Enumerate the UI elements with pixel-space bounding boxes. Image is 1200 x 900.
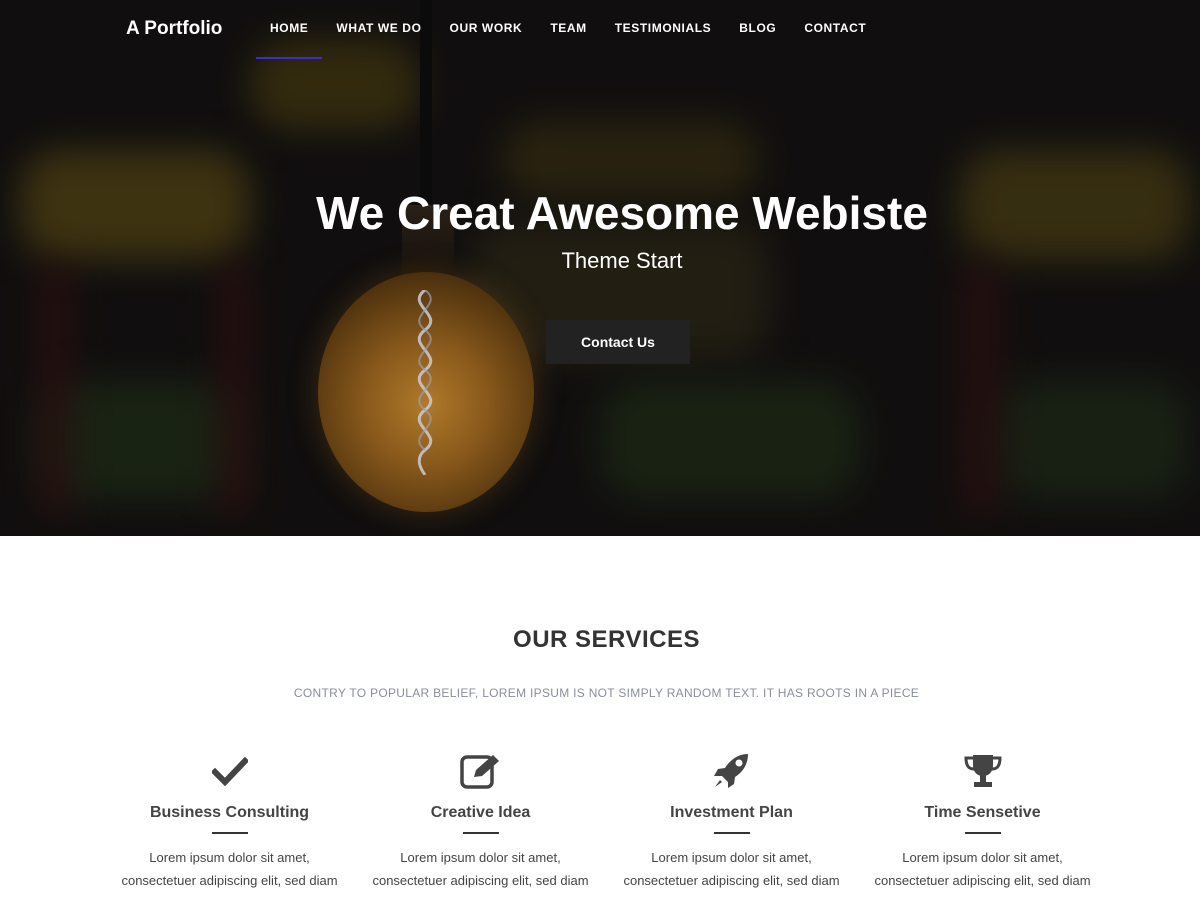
trophy-icon xyxy=(857,751,1108,791)
service-title: Investment Plan xyxy=(670,804,793,821)
nav-what-we-do[interactable]: WHAT WE DO xyxy=(336,21,421,35)
service-card: Creative Idea Lorem ipsum dolor sit amet… xyxy=(355,751,606,892)
service-text-line-2: consectetuer adipiscing elit, sed diam xyxy=(874,873,1091,888)
service-divider xyxy=(211,832,248,834)
top-navbar: A Portfolio HOME WHAT WE DO OUR WORK TEA… xyxy=(0,0,1200,59)
hero-title: We Creat Awesome Webiste xyxy=(316,187,928,239)
nav-contact[interactable]: CONTACT xyxy=(804,21,866,35)
services-subtitle: CONTRY TO POPULAR BELIEF, LOREM IPSUM IS… xyxy=(293,686,920,700)
service-text-line-2: consectetuer adipiscing elit, sed diam xyxy=(372,873,589,888)
service-card: Time Sensetive Lorem ipsum dolor sit ame… xyxy=(857,751,1108,892)
service-text-line-1: Lorem ipsum dolor sit amet, xyxy=(400,850,561,865)
services-list: Business Consulting Lorem ipsum dolor si… xyxy=(104,751,1108,892)
nav-team[interactable]: TEAM xyxy=(550,21,586,35)
check-icon xyxy=(104,751,355,791)
service-title: Creative Idea xyxy=(430,804,531,821)
service-divider xyxy=(713,832,750,834)
service-card: Business Consulting Lorem ipsum dolor si… xyxy=(104,751,355,892)
service-title: Time Sensetive xyxy=(924,804,1041,821)
services-section: OUR SERVICES CONTRY TO POPULAR BELIEF, L… xyxy=(0,536,1200,900)
nav-home[interactable]: HOME xyxy=(255,21,323,59)
service-title: Business Consulting xyxy=(149,804,310,821)
hero-subtitle: Theme Start xyxy=(561,248,683,273)
service-text-line-2: consectetuer adipiscing elit, sed diam xyxy=(121,873,338,888)
service-text-line-1: Lorem ipsum dolor sit amet, xyxy=(651,850,812,865)
nav-menu: HOME WHAT WE DO OUR WORK TEAM TESTIMONIA… xyxy=(255,21,880,59)
nav-our-work[interactable]: OUR WORK xyxy=(450,21,523,35)
rocket-icon xyxy=(606,751,857,791)
service-text-line-1: Lorem ipsum dolor sit amet, xyxy=(902,850,1063,865)
nav-testimonials[interactable]: TESTIMONIALS xyxy=(615,21,712,35)
service-divider xyxy=(462,832,499,834)
brand-logo[interactable]: A Portfolio xyxy=(126,18,222,40)
service-text-line-2: consectetuer adipiscing elit, sed diam xyxy=(623,873,840,888)
nav-blog[interactable]: BLOG xyxy=(739,21,776,35)
bulb-filament xyxy=(417,290,433,475)
service-divider xyxy=(964,832,1001,834)
service-card: Investment Plan Lorem ipsum dolor sit am… xyxy=(606,751,857,892)
contact-us-button[interactable]: Contact Us xyxy=(546,320,690,364)
services-title: OUR SERVICES xyxy=(513,626,700,653)
service-text-line-1: Lorem ipsum dolor sit amet, xyxy=(149,850,310,865)
edit-icon xyxy=(355,751,606,791)
hero-section: A Portfolio HOME WHAT WE DO OUR WORK TEA… xyxy=(0,0,1200,536)
